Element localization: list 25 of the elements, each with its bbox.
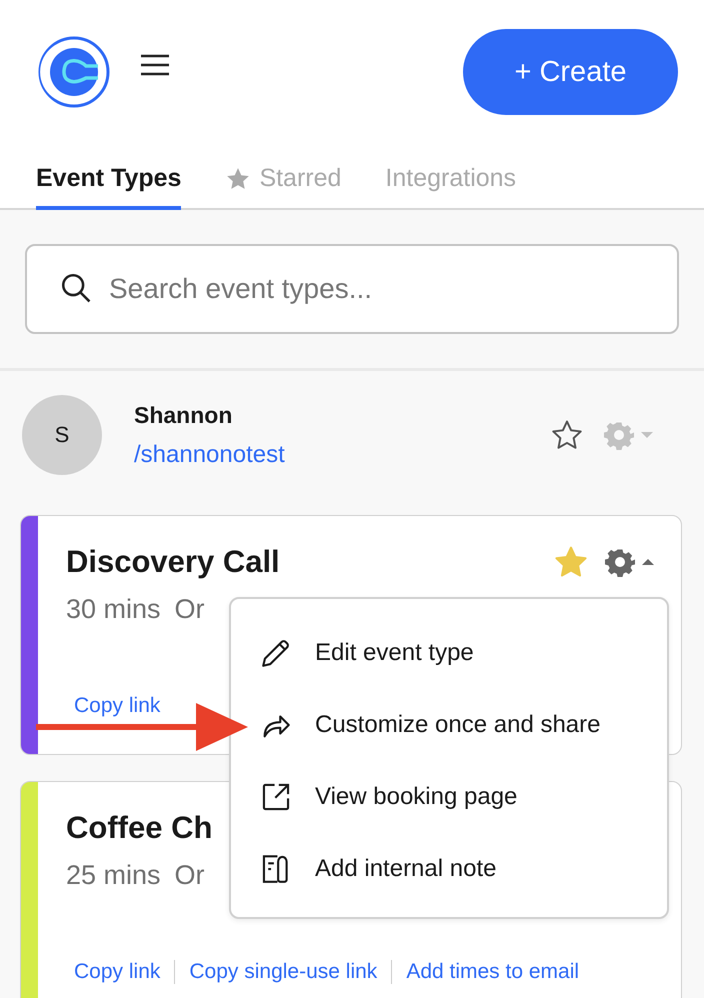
create-button[interactable]: + Create: [463, 29, 678, 115]
menu-item[interactable]: Edit event type: [255, 617, 667, 689]
menu-item[interactable]: Customize once and share: [255, 689, 667, 761]
profile-link[interactable]: /shannonotest: [134, 440, 285, 468]
logo-icon: [38, 36, 110, 108]
menu-icon[interactable]: [140, 54, 170, 76]
card-link[interactable]: Copy link: [74, 694, 160, 718]
card-link[interactable]: Copy link: [74, 960, 160, 984]
duration: 30 mins: [66, 594, 161, 625]
tab[interactable]: Event Types: [36, 164, 182, 210]
menu-item[interactable]: View booking page: [255, 761, 667, 833]
location: Or: [174, 860, 205, 891]
star-icon: [225, 166, 252, 192]
search-field[interactable]: Search event types...: [25, 244, 679, 334]
user-name: Shannon: [134, 402, 234, 428]
avatar: S: [22, 395, 102, 475]
menu-item[interactable]: Add internal note: [255, 833, 667, 905]
caret-icon[interactable]: [641, 557, 655, 567]
location: Or: [174, 594, 205, 625]
card-link[interactable]: Add times to email: [406, 960, 580, 984]
duration: 25 mins: [66, 860, 161, 891]
card-link[interactable]: Copy single-use link: [189, 960, 378, 984]
event-title: Coffee Ch: [66, 810, 212, 846]
event-title: Discovery Call: [66, 544, 280, 580]
settings-icon[interactable]: [605, 547, 635, 577]
